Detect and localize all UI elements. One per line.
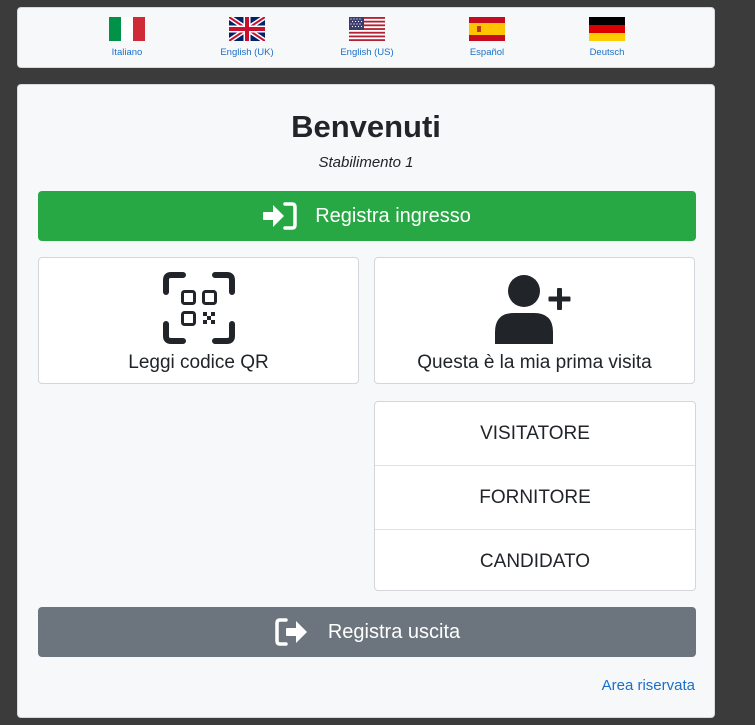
language-label: English (US) [340,47,394,58]
checkin-button[interactable]: Registra ingresso [38,191,696,241]
de-flag-icon [589,17,625,41]
sign-in-icon [263,202,297,230]
reserved-area-link[interactable]: Area riservata [602,677,695,695]
first-visit-tile[interactable]: Questa è la mia prima visita [374,257,695,384]
visitor-type-visitatore[interactable]: VISITATORE [375,402,695,466]
checkout-label: Registra uscita [327,620,461,643]
sign-out-icon [275,618,307,646]
qr-scan-tile[interactable]: Leggi codice QR [38,257,359,384]
checkin-label: Registra ingresso [315,204,471,227]
it-flag-icon [109,17,145,41]
es-flag-icon [469,17,505,41]
language-label: Deutsch [589,47,625,58]
qr-scan-icon [162,272,235,344]
qr-scan-label: Leggi codice QR [128,352,269,373]
site-subtitle: Stabilimento 1 [318,154,414,171]
language-label: English (UK) [220,47,274,58]
language-bar: Italiano English (UK) English (US) Españ… [17,7,715,68]
visitor-type-fornitore[interactable]: FORNITORE [375,466,695,530]
checkout-button[interactable]: Registra uscita [38,607,696,657]
language-label: Español [469,47,505,58]
visitor-type-candidato[interactable]: CANDIDATO [375,530,695,593]
user-plus-icon [494,275,570,344]
language-option-deutsch[interactable]: Deutsch [562,17,652,59]
language-label: Italiano [111,47,143,58]
visitor-type-list: VISITATORE FORNITORE CANDIDATO [374,401,696,591]
language-option-italiano[interactable]: Italiano [82,17,172,59]
language-option-english-us[interactable]: English (US) [322,17,412,59]
first-visit-label: Questa è la mia prima visita [417,352,652,373]
page-title: Benvenuti [291,109,441,144]
us-flag-icon [349,17,385,41]
welcome-card: Benvenuti Stabilimento 1 Registra ingres… [17,84,715,718]
language-option-english-uk[interactable]: English (UK) [202,17,292,59]
uk-flag-icon [229,17,265,41]
language-option-espanol[interactable]: Español [442,17,532,59]
